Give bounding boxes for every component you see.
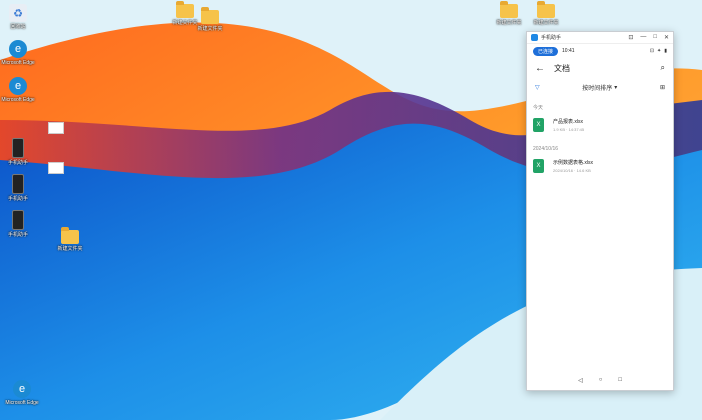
connection-badge[interactable]: 已连接 (533, 46, 559, 56)
file-icon (48, 122, 64, 134)
minimize-button[interactable]: — (640, 34, 646, 41)
desktop-icon-label: 手机助手 (7, 196, 28, 202)
edge-icon: e (13, 380, 31, 398)
edge-icon: e (9, 40, 27, 58)
folder-icon (537, 1, 555, 18)
desktop-icon-label: 手机助手 (7, 160, 28, 166)
desktop-icon-label: 新建文件夹 (57, 246, 83, 252)
file-name: 产品报表.xlsx (553, 119, 584, 125)
maximize-button[interactable]: □ (653, 34, 657, 41)
window-title: 手机助手 (541, 35, 562, 41)
desktop-icon-phone-2[interactable]: 手机助手 (0, 174, 36, 202)
battery-icon: ▮ (664, 48, 667, 54)
desktop-icon-recycle-bin[interactable]: ♻ 回收站 (0, 4, 36, 30)
status-time: 10:41 (562, 48, 575, 54)
phone-status-bar: 已连接 10:41 ⊡ ✦ ▮ (527, 44, 673, 58)
desktop-icon-label: Microsoft Edge (1, 97, 35, 103)
file-info: 产品报表.xlsx 1.9 KB · 14:37:45 (553, 118, 584, 132)
desktop-icon-phone-1[interactable]: 手机助手 (0, 138, 36, 166)
page-title: 文档 (554, 63, 570, 73)
nav-home-button[interactable]: ○ (599, 377, 603, 384)
folder-icon (61, 227, 79, 244)
phone-nav-bar: ◁ ○ □ (527, 377, 673, 384)
nav-recents-button[interactable]: □ (618, 377, 622, 384)
file-list-item[interactable]: X 产品报表.xlsx 1.9 KB · 14:37:45 (527, 116, 673, 134)
phone-app-icon (12, 210, 24, 230)
signal-icon: ✦ (657, 48, 662, 54)
close-button[interactable]: ✕ (664, 34, 669, 41)
desktop-icon-label: 回收站 (10, 24, 26, 30)
phone-app-icon (12, 174, 24, 194)
app-header: ← 文档 ⌕ (527, 58, 673, 78)
edge-icon: e (9, 77, 27, 95)
sort-dropdown[interactable]: 按时间排序 ▾ (582, 83, 617, 92)
desktop-icon-label: Microsoft Edge (5, 400, 39, 406)
section-header: 2024/10/16 (533, 146, 559, 152)
file-list-item[interactable]: X 示例数据表格.xlsx 2024/10/16 · 14.6 KB (527, 157, 673, 175)
phone-mirror-window[interactable]: 手机助手 ⊡ — □ ✕ 已连接 10:41 ⊡ ✦ ▮ ← 文档 ⌕ ▽ 按时… (526, 31, 674, 391)
search-icon[interactable]: ⌕ (661, 63, 665, 73)
status-icons: ⊡ ✦ ▮ (650, 48, 667, 54)
desktop-icon-edge-2[interactable]: e Microsoft Edge (0, 77, 36, 103)
file-info: 示例数据表格.xlsx 2024/10/16 · 14.6 KB (553, 159, 593, 173)
section-header: 今天 (533, 105, 544, 111)
desktop-icon-card-1[interactable] (38, 122, 74, 136)
desktop-icon-folder-5[interactable]: 新建文件夹 (528, 1, 564, 26)
folder-icon (201, 7, 219, 24)
excel-file-icon: X (533, 159, 544, 173)
chevron-down-icon: ▾ (614, 84, 618, 91)
grid-view-icon[interactable]: ⊞ (660, 84, 665, 91)
phone-app-icon (12, 138, 24, 158)
excel-file-icon: X (533, 118, 544, 132)
app-logo-icon (531, 34, 538, 41)
desktop-icon-phone-3[interactable]: 手机助手 (0, 210, 36, 238)
desktop-icon-folder-4[interactable]: 新建文件夹 (491, 1, 527, 26)
desktop-icon-edge-3[interactable]: e Microsoft Edge (4, 380, 40, 406)
nav-back-button[interactable]: ◁ (578, 377, 583, 384)
desktop-icon-folder-1[interactable]: 新建文件夹 (52, 227, 88, 252)
back-arrow-icon[interactable]: ← (535, 63, 545, 74)
screen-icon: ⊡ (649, 48, 655, 54)
desktop-icon-label: 新建文件夹 (496, 20, 522, 26)
file-meta: 1.9 KB · 14:37:45 (553, 127, 585, 132)
window-titlebar[interactable]: 手机助手 ⊡ — □ ✕ (527, 32, 673, 44)
window-controls: ⊡ — □ ✕ (628, 34, 669, 41)
desktop-icon-folder-3[interactable]: 新建文件夹 (192, 7, 228, 32)
filter-toolbar: ▽ 按时间排序 ▾ ⊞ (527, 78, 673, 96)
desktop-icon-label: 新建文件夹 (197, 26, 223, 32)
file-name: 示例数据表格.xlsx (553, 160, 594, 166)
desktop-icon-card-2[interactable] (38, 162, 74, 176)
sort-label: 按时间排序 (582, 85, 613, 92)
filter-icon[interactable]: ▽ (535, 84, 540, 91)
file-icon (48, 162, 64, 174)
file-meta: 2024/10/16 · 14.6 KB (553, 168, 591, 173)
folder-icon (500, 1, 518, 18)
desktop-icon-label: 手机助手 (7, 232, 28, 238)
desktop-icon-edge-1[interactable]: e Microsoft Edge (0, 40, 36, 66)
pin-icon[interactable]: ⊡ (628, 34, 633, 41)
recycle-bin-icon: ♻ (9, 4, 27, 22)
desktop-icon-label: Microsoft Edge (1, 60, 35, 66)
desktop-icon-label: 新建文件夹 (533, 20, 559, 26)
